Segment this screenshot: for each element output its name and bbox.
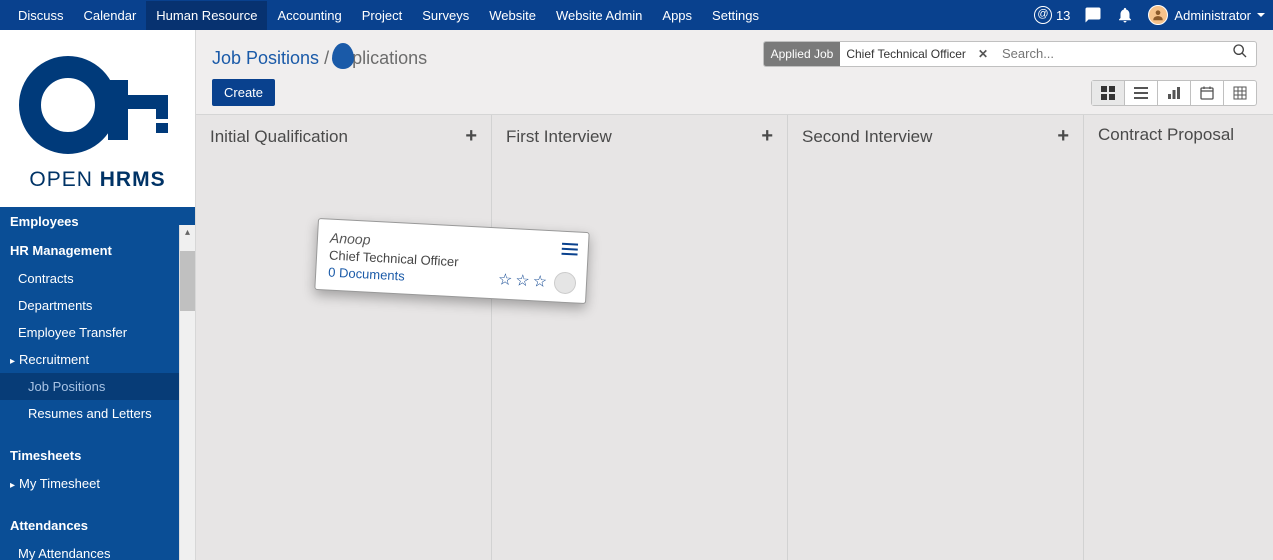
user-name: Administrator [1174,8,1251,23]
facet-value: Chief Technical Officer [840,43,972,65]
search-input[interactable] [994,42,1224,65]
sidebar-menu: Employees HR Management Contracts Depart… [0,207,195,560]
sidebar-employees[interactable]: Employees [0,207,195,236]
topbar-menu: Discuss Calendar Human Resource Accounti… [8,1,769,30]
search-box: Applied Job Chief Technical Officer ✕ [763,41,1257,67]
add-card-button[interactable]: + [465,125,477,148]
kanban-column-initial-qualification[interactable]: Initial Qualification + Anoop Chief Tech… [196,115,492,560]
nav-accounting[interactable]: Accounting [267,1,351,30]
nav-settings[interactable]: Settings [702,1,769,30]
view-graph-button[interactable] [1158,81,1191,105]
logo[interactable]: OPEN HRMS [0,30,195,207]
scroll-thumb[interactable] [180,251,195,311]
sidebar-contracts[interactable]: Contracts [0,265,195,292]
at-icon: @ [1034,6,1052,24]
kanban-column-contract-proposal[interactable]: Contract Proposal [1084,115,1273,560]
view-kanban-button[interactable] [1092,81,1125,105]
view-list-button[interactable] [1125,81,1158,105]
nav-surveys[interactable]: Surveys [412,1,479,30]
column-title: Initial Qualification [210,127,348,147]
sidebar-departments[interactable]: Departments [0,292,195,319]
sidebar-my-timesheet[interactable]: My Timesheet [0,470,195,497]
sidebar: OPEN HRMS Employees HR Management Contra… [0,30,195,560]
control-panel: Job Positions / plications Applied Job C… [196,30,1273,115]
nav-apps[interactable]: Apps [652,1,702,30]
content-area: Job Positions / plications Applied Job C… [195,30,1273,560]
sidebar-scrollbar[interactable]: ▴ [179,225,195,560]
mention-counter[interactable]: @ 13 [1034,6,1070,24]
top-navbar: Discuss Calendar Human Resource Accounti… [0,0,1273,30]
view-switcher [1091,80,1257,106]
mention-count: 13 [1056,8,1070,23]
search-facet: Applied Job Chief Technical Officer ✕ [764,42,994,66]
add-card-button[interactable]: + [1057,125,1069,148]
topbar-right: @ 13 Administrator [1034,5,1265,25]
user-menu[interactable]: Administrator [1148,5,1265,25]
facet-label: Applied Job [764,42,841,66]
sidebar-attendances[interactable]: Attendances [0,511,195,540]
drag-indicator-icon [332,43,354,69]
view-pivot-button[interactable] [1224,81,1256,105]
facet-remove-button[interactable]: ✕ [972,44,994,64]
messages-icon[interactable] [1084,6,1102,24]
column-title: Second Interview [802,127,932,147]
sidebar-resumes-letters[interactable]: Resumes and Letters [0,400,195,427]
sidebar-my-attendances[interactable]: My Attendances [0,540,195,560]
nav-human-resource[interactable]: Human Resource [146,1,267,30]
search-icon[interactable] [1224,41,1256,67]
scroll-up-icon[interactable]: ▴ [180,225,195,241]
breadcrumb-current: plications [352,48,427,68]
nav-website-admin[interactable]: Website Admin [546,1,652,30]
create-button[interactable]: Create [212,79,275,106]
logo-text: OPEN HRMS [15,168,180,192]
sidebar-recruitment[interactable]: Recruitment [0,346,195,373]
kanban-column-second-interview[interactable]: Second Interview + [788,115,1084,560]
breadcrumb: Job Positions / plications [212,38,427,69]
bell-icon[interactable] [1116,6,1134,24]
sidebar-job-positions[interactable]: Job Positions [0,373,195,400]
sidebar-timesheets[interactable]: Timesheets [0,441,195,470]
nav-website[interactable]: Website [479,1,546,30]
nav-calendar[interactable]: Calendar [74,1,147,30]
avatar [1148,5,1168,25]
sidebar-employee-transfer[interactable]: Employee Transfer [0,319,195,346]
breadcrumb-job-positions[interactable]: Job Positions [212,48,319,68]
kanban-column-first-interview[interactable]: First Interview + [492,115,788,560]
nav-discuss[interactable]: Discuss [8,1,74,30]
kanban-board: Initial Qualification + Anoop Chief Tech… [196,115,1273,560]
column-title: Contract Proposal [1098,125,1234,145]
sidebar-hr-management[interactable]: HR Management [0,236,195,265]
view-calendar-button[interactable] [1191,81,1224,105]
add-card-button[interactable]: + [761,125,773,148]
nav-project[interactable]: Project [352,1,412,30]
column-title: First Interview [506,127,612,147]
caret-down-icon [1257,13,1265,17]
